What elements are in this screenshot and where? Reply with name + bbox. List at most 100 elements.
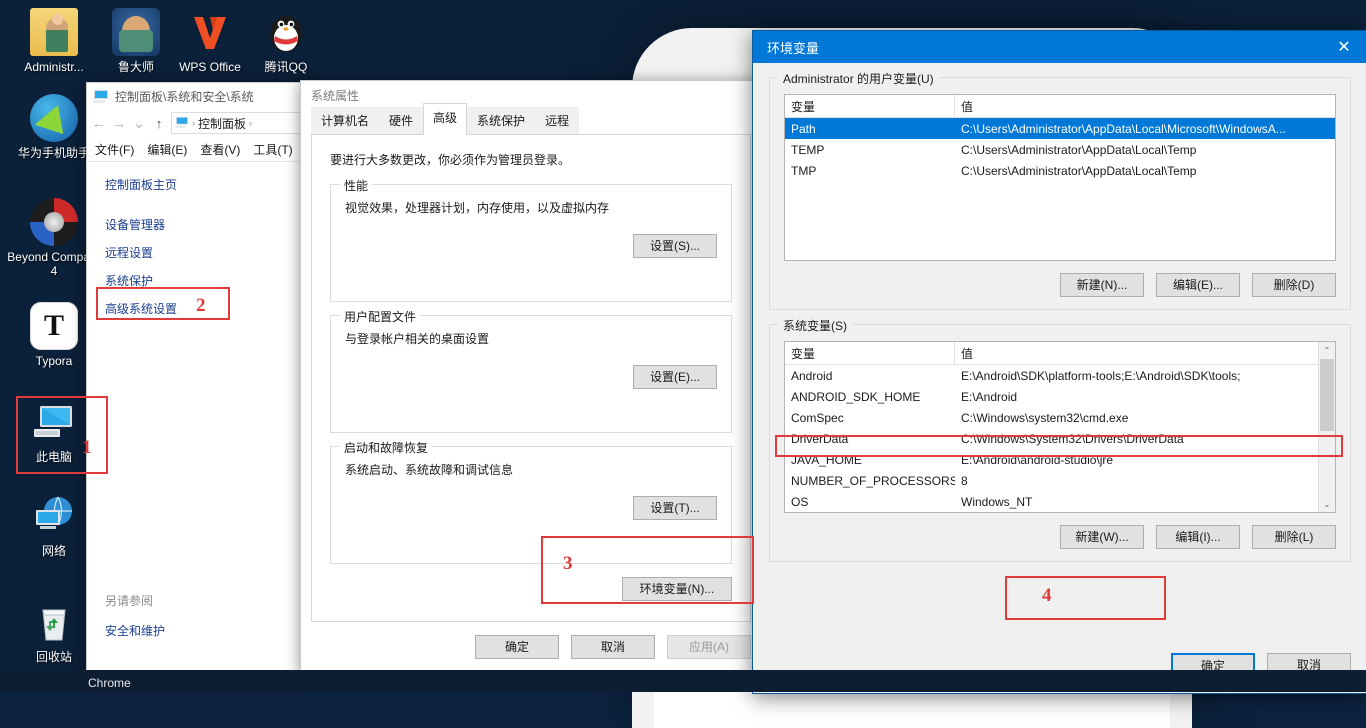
performance-settings-button[interactable]: 设置(S)... [633,234,717,258]
control-panel-window[interactable]: 控制面板\系统和安全\系统 ← → ⌄ ↑ › 控制面板 › 文件(F) 编辑(… [86,82,310,684]
breadcrumb-this-pc-icon [175,116,189,131]
variable-value: Windows_NT [961,494,1033,509]
apply-button[interactable]: 应用(A) [667,635,751,659]
list-item[interactable]: TEMP C:\Users\Administrator\AppData\Loca… [785,139,1335,160]
taskbar: Chrome [0,670,1366,692]
control-panel-menubar: 文件(F) 编辑(E) 查看(V) 工具(T) [87,137,309,162]
variable-value: C:\Users\Administrator\AppData\Local\Tem… [961,142,1197,157]
list-item[interactable]: ANDROID_SDK_HOME E:\Android [785,386,1319,407]
system-variables-header: 变量 值 [785,342,1335,365]
user-variables-legend: Administrator 的用户变量(U) [778,70,939,87]
scroll-up-arrow-icon[interactable]: ⌃ [1319,342,1335,358]
recycle-bin-icon [30,598,78,646]
startup-recovery-settings-button[interactable]: 设置(T)... [633,496,717,520]
user-new-button[interactable]: 新建(N)... [1060,273,1144,297]
menu-tools[interactable]: 工具(T) [253,141,292,158]
system-delete-button[interactable]: 删除(L) [1252,525,1336,549]
system-variables-group: 系统变量(S) 变量 值 Android E:\Android\SDK\plat… [769,317,1351,562]
system-variables-scrollbar[interactable]: ⌃ ⌄ [1318,342,1335,512]
system-new-button[interactable]: 新建(W)... [1060,525,1144,549]
system-properties-tabs: 计算机名 硬件 高级 系统保护 远程 [311,103,751,135]
scrollbar-thumb[interactable] [1320,359,1334,431]
sidebar-item-device-manager[interactable]: 设备管理器 [105,216,309,233]
user-edit-button[interactable]: 编辑(E)... [1156,273,1240,297]
ludashi-icon [112,8,160,56]
list-item[interactable]: TMP C:\Users\Administrator\AppData\Local… [785,160,1335,181]
system-properties-window[interactable]: 系统属性 计算机名 硬件 高级 系统保护 远程 要进行大多数更改，你必须作为管理… [300,80,762,674]
variable-name: DriverData [791,431,849,446]
variable-name: TEMP [791,142,825,157]
cancel-button[interactable]: 取消 [571,635,655,659]
system-edit-button[interactable]: 编辑(I)... [1156,525,1240,549]
variable-value: 8 [961,473,968,488]
environment-variables-button[interactable]: 环境变量(N)... [622,577,732,601]
breadcrumb[interactable]: › 控制面板 › [171,112,305,134]
sidebar-item-remote-settings[interactable]: 远程设置 [105,244,309,261]
close-icon[interactable]: ✕ [1321,31,1366,63]
system-properties-title: 系统属性 [311,88,360,103]
column-header-value[interactable]: 值 [955,342,1319,364]
control-panel-titlebar: 控制面板\系统和安全\系统 [87,83,309,109]
system-variables-list[interactable]: 变量 值 Android E:\Android\SDK\platform-too… [784,341,1336,513]
column-header-variable[interactable]: 变量 [785,342,955,364]
tab-system-protection[interactable]: 系统保护 [467,107,536,134]
taskbar-item-chrome[interactable]: Chrome [88,676,131,690]
scroll-down-arrow-icon[interactable]: ⌄ [1319,496,1335,512]
list-item[interactable]: JAVA_HOME E:\Android\android-studio\jre [785,449,1319,470]
startup-recovery-group: 启动和故障恢复 系统启动、系统故障和调试信息 设置(T)... [330,439,732,564]
sidebar-item-control-panel-home[interactable]: 控制面板主页 [105,176,309,193]
environment-variables-window[interactable]: 环境变量 ✕ Administrator 的用户变量(U) 变量 值 Path … [752,30,1366,694]
performance-group: 性能 视觉效果，处理器计划，内存使用，以及虚拟内存 设置(S)... [330,177,732,302]
huawei-assistant-icon [30,94,78,142]
tencent-qq-icon [262,8,310,56]
history-chevron-down-icon[interactable]: ⌄ [131,114,147,132]
annotation-number-1: 1 [82,437,92,458]
forward-arrow-icon[interactable]: → [111,115,127,132]
list-item[interactable]: DriverData C:\Windows\System32\Drivers\D… [785,428,1319,449]
variable-value: C:\Users\Administrator\AppData\Local\Tem… [961,163,1197,178]
user-variables-list[interactable]: 变量 值 Path C:\Users\Administrator\AppData… [784,94,1336,261]
breadcrumb-item-control-panel[interactable]: 控制面板 [198,115,246,132]
user-variables-header: 变量 值 [785,95,1335,118]
variable-value: C:\Users\Administrator\AppData\Local\Mic… [961,121,1286,136]
admin-notice-text: 要进行大多数更改，你必须作为管理员登录。 [330,153,571,167]
breadcrumb-separator-icon: › [249,118,253,128]
sidebar-item-advanced-system-settings[interactable]: 高级系统设置 [105,300,309,317]
variable-value: E:\Android\android-studio\jre [961,452,1114,467]
back-arrow-icon[interactable]: ← [91,115,107,132]
user-variables-group: Administrator 的用户变量(U) 变量 值 Path C:\User… [769,70,1351,310]
variable-name: Path [791,121,816,136]
user-profiles-group: 用户配置文件 与登录帐户相关的桌面设置 设置(E)... [330,308,732,433]
tab-hardware[interactable]: 硬件 [379,107,424,134]
list-item[interactable]: Android E:\Android\SDK\platform-tools;E:… [785,365,1319,386]
menu-file[interactable]: 文件(F) [95,141,134,158]
variable-name: TMP [791,163,817,178]
list-item[interactable]: ComSpec C:\Windows\system32\cmd.exe [785,407,1319,428]
user-profiles-description: 与登录帐户相关的桌面设置 [345,332,490,346]
startup-recovery-group-legend: 启动和故障恢复 [340,439,433,456]
tab-remote[interactable]: 远程 [535,107,580,134]
tab-computer-name[interactable]: 计算机名 [311,107,380,134]
column-header-value[interactable]: 值 [955,95,1335,117]
this-pc-small-icon [93,89,109,103]
see-also-security-and-maintenance[interactable]: 安全和维护 [105,622,165,639]
advanced-tab-pane: 要进行大多数更改，你必须作为管理员登录。 性能 视觉效果，处理器计划，内存使用，… [311,135,751,622]
user-profiles-settings-button[interactable]: 设置(E)... [633,365,717,389]
ok-button[interactable]: 确定 [475,635,559,659]
control-panel-sidebar: 控制面板主页 设备管理器 远程设置 系统保护 高级系统设置 [87,162,309,317]
menu-edit[interactable]: 编辑(E) [147,141,187,158]
performance-description: 视觉效果，处理器计划，内存使用，以及虚拟内存 [345,201,610,215]
system-variables-legend: 系统变量(S) [778,317,852,334]
desktop-icon-tencent-qq[interactable]: 腾讯QQ [238,8,334,74]
list-item[interactable]: OS Windows_NT [785,491,1319,512]
list-item[interactable]: NUMBER_OF_PROCESSORS 8 [785,470,1319,491]
sidebar-item-system-protection[interactable]: 系统保护 [105,272,309,289]
control-panel-see-also: 另请参阅 安全和维护 [105,592,165,639]
tab-advanced[interactable]: 高级 [423,103,468,135]
variable-value: C:\Windows\System32\Drivers\DriverData [961,431,1184,446]
user-delete-button[interactable]: 删除(D) [1252,273,1336,297]
menu-view[interactable]: 查看(V) [200,141,240,158]
column-header-variable[interactable]: 变量 [785,95,955,117]
list-item[interactable]: Path C:\Users\Administrator\AppData\Loca… [785,118,1335,139]
up-arrow-icon[interactable]: ↑ [151,116,167,131]
